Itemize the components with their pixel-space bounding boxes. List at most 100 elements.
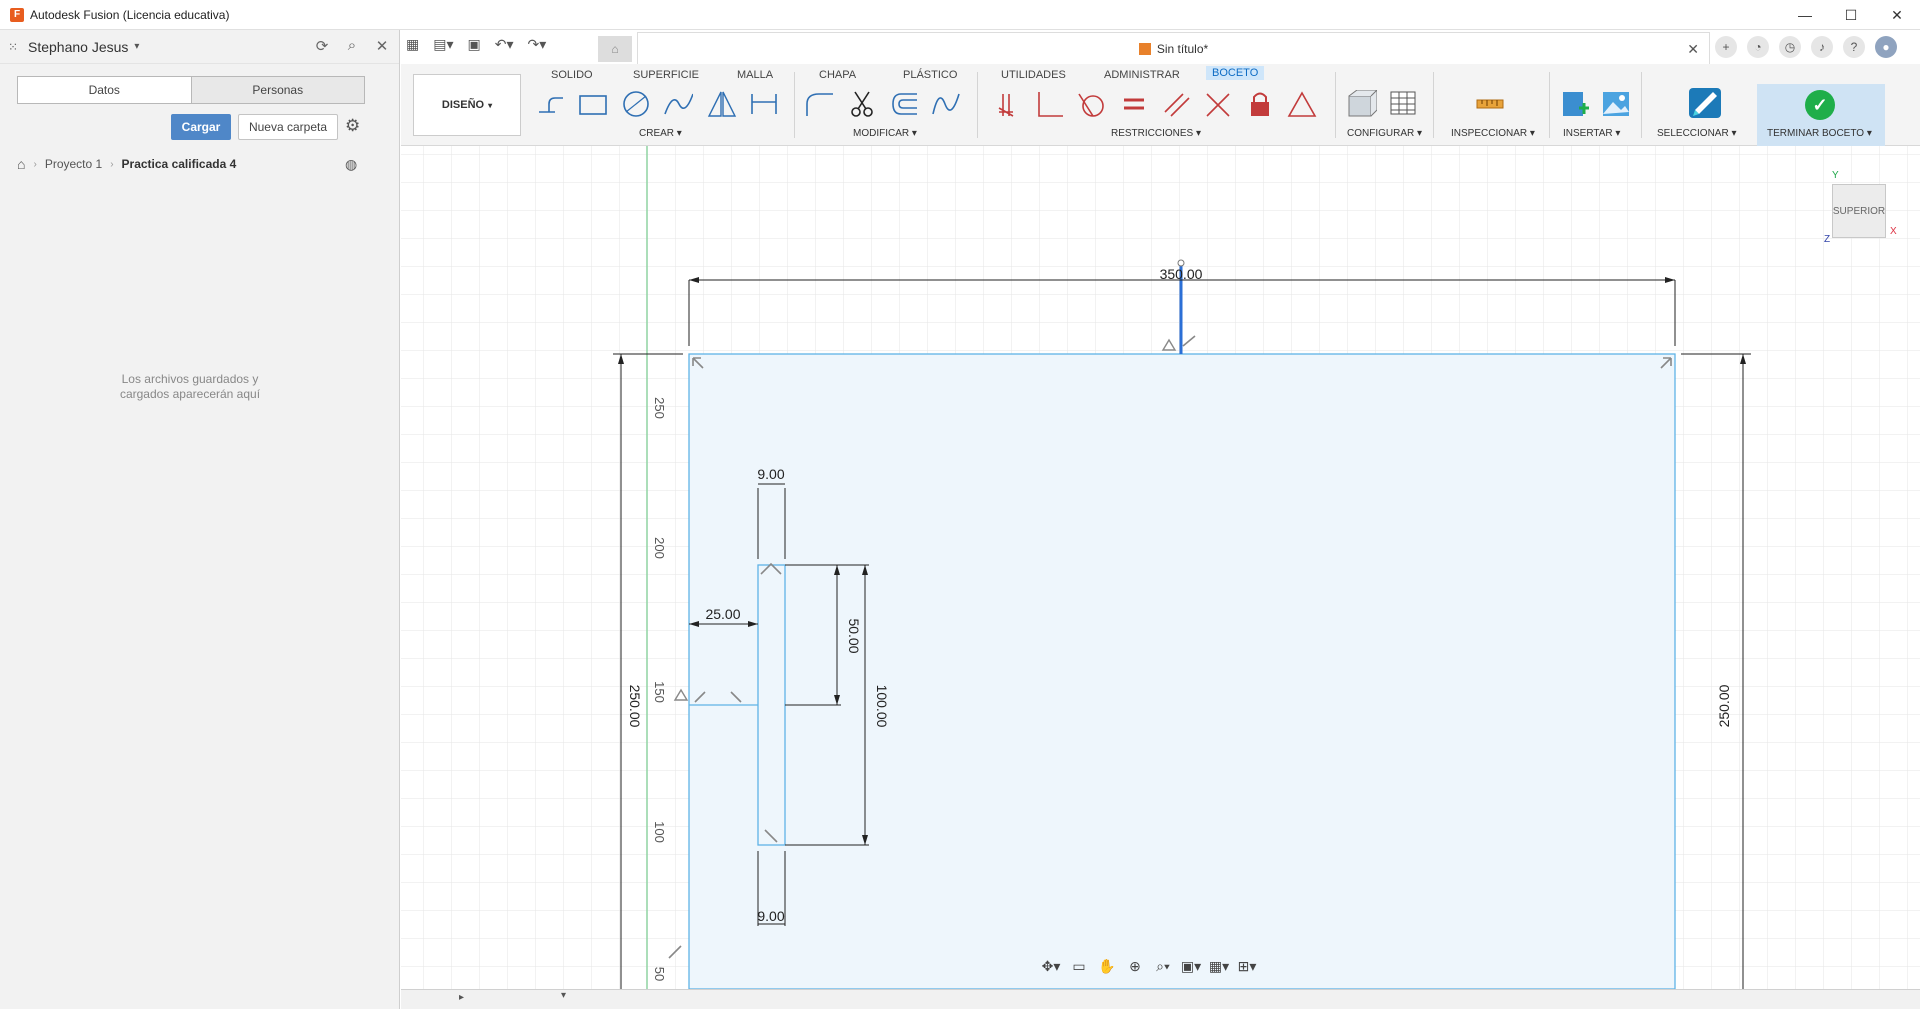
group-seleccionar[interactable]: SELECCIONAR ▾ (1657, 128, 1737, 139)
symmetry-constraint-icon[interactable] (1287, 90, 1317, 118)
divider (1641, 72, 1642, 138)
search-icon[interactable]: ⌕ (343, 37, 361, 55)
dim-slot-bottom-label[interactable]: 9.00 (757, 908, 784, 924)
dim-height-left-label[interactable]: 250.00 (627, 685, 643, 728)
select-icon[interactable] (1687, 86, 1723, 120)
gear-icon[interactable]: ⚙ (345, 116, 360, 136)
group-inspeccionar[interactable]: INSPECCIONAR ▾ (1451, 128, 1535, 139)
look-at-icon[interactable]: ▭ (1068, 958, 1090, 975)
bell-icon[interactable]: ♪ (1811, 36, 1833, 58)
tab-superficie[interactable]: SUPERFICIE (633, 69, 699, 81)
offset-tool-icon[interactable] (889, 90, 919, 118)
group-configurar[interactable]: CONFIGURAR ▾ (1347, 128, 1422, 139)
home-icon[interactable]: ⌂ (17, 156, 25, 172)
close-icon[interactable]: ✕ (1687, 41, 1699, 58)
slot-rectangle[interactable] (757, 564, 786, 846)
save-icon[interactable]: ▣ (468, 36, 481, 53)
minimize-button[interactable]: — (1782, 0, 1828, 30)
rectangle-tool-icon[interactable] (577, 90, 607, 118)
parallel-constraint-icon[interactable] (1161, 90, 1191, 118)
group-modificar[interactable]: MODIFICAR ▾ (853, 128, 917, 139)
new-tab-icon[interactable]: + (1715, 36, 1737, 58)
dim-slot-top-label[interactable]: 9.00 (757, 466, 784, 482)
ruler-label: 200 (652, 537, 667, 559)
pan-hand-icon[interactable]: ✋ (1096, 958, 1118, 975)
redo-icon[interactable]: ↷▾ (528, 36, 547, 53)
fillet-tool-icon[interactable] (805, 90, 835, 118)
sketch-settings-icon[interactable] (1347, 90, 1377, 118)
dimension-tool-icon[interactable] (749, 90, 779, 118)
clock-icon[interactable]: ◷ (1779, 36, 1801, 58)
finish-sketch-button[interactable]: ✓ TERMINAR BOCETO ▾ (1757, 84, 1885, 146)
zoom-icon[interactable]: ⊕ (1124, 958, 1146, 975)
tangent-constraint-icon[interactable] (1077, 90, 1107, 118)
globe-icon[interactable]: ◍ (345, 156, 357, 173)
fix-lock-icon[interactable] (1245, 90, 1275, 118)
spline-tool-icon[interactable] (663, 90, 693, 118)
curve-tool-icon[interactable] (931, 90, 961, 118)
file-icon[interactable]: ▤▾ (433, 36, 453, 53)
maximize-button[interactable]: ☐ (1828, 0, 1874, 30)
refresh-icon[interactable]: ⟳ (313, 37, 331, 55)
tab-utilidades[interactable]: UTILIDADES (1001, 69, 1066, 81)
document-tab[interactable]: Sin título* ✕ (637, 32, 1710, 64)
sketch-svg[interactable]: 350.00 250.00 250.00 250 200 150 100 50 … (401, 146, 1920, 989)
close-button[interactable]: ✕ (1874, 0, 1920, 30)
mirror-tool-icon[interactable] (707, 90, 737, 118)
display-settings-icon[interactable]: ▣▾ (1180, 958, 1202, 975)
tab-personas[interactable]: Personas (190, 77, 364, 103)
axis-z-label: Z (1824, 234, 1831, 245)
tab-plastico[interactable]: PLÁSTICO (903, 69, 957, 81)
view-cube[interactable]: SUPERIOR (1832, 184, 1886, 238)
insert-component-icon[interactable] (1561, 90, 1591, 118)
avatar[interactable]: ● (1875, 36, 1897, 58)
workspace-dropdown[interactable]: DISEÑO ▾ (413, 74, 521, 136)
divider (794, 72, 795, 138)
insert-image-icon[interactable] (1601, 90, 1631, 118)
play-icon[interactable]: ▸ (459, 992, 464, 1003)
dim-slot-full-label[interactable]: 100.00 (874, 685, 890, 728)
dim-slot-half-label[interactable]: 50.00 (846, 618, 862, 653)
zoom-window-icon[interactable]: ⌕▾ (1152, 958, 1174, 975)
tab-malla[interactable]: MALLA (737, 69, 773, 81)
breadcrumb-current[interactable]: Practica calificada 4 (122, 157, 237, 171)
tab-administrar[interactable]: ADMINISTRAR (1104, 69, 1180, 81)
grid-icon[interactable]: ▦ (406, 36, 419, 53)
tab-solido[interactable]: SOLIDO (551, 69, 593, 81)
help-icon[interactable]: ? (1843, 36, 1865, 58)
tab-chapa[interactable]: CHAPA (819, 69, 856, 81)
tab-datos[interactable]: Datos (18, 77, 191, 103)
dim-width-label[interactable]: 350.00 (1160, 266, 1203, 282)
sketch-canvas[interactable]: 350.00 250.00 250.00 250 200 150 100 50 … (401, 146, 1920, 989)
circle-tool-icon[interactable] (621, 90, 651, 118)
home-tab[interactable]: ⌂ (598, 36, 632, 62)
tab-boceto[interactable]: BOCETO (1206, 66, 1265, 80)
group-restricciones[interactable]: RESTRICCIONES ▾ (1111, 128, 1201, 139)
upload-button[interactable]: Cargar (171, 114, 231, 140)
job-status-icon[interactable]: ◔ (1747, 36, 1769, 58)
orbit-icon[interactable]: ✥▾ (1040, 958, 1062, 975)
trim-scissors-icon[interactable] (847, 90, 877, 118)
perpendicular-constraint-icon[interactable] (1035, 90, 1065, 118)
new-folder-button[interactable]: Nueva carpeta (238, 114, 338, 140)
equal-constraint-icon[interactable] (1119, 90, 1149, 118)
timeline-marker-icon[interactable]: ▾ (561, 990, 566, 1001)
view-cube-face[interactable]: SUPERIOR (1833, 206, 1885, 217)
midpoint-constraint-icon[interactable] (1203, 90, 1233, 118)
user-name[interactable]: Stephano Jesus (28, 39, 128, 55)
group-crear[interactable]: CREAR ▾ (639, 128, 682, 139)
breadcrumb-project[interactable]: Proyecto 1 (45, 157, 102, 171)
group-insertar[interactable]: INSERTAR ▾ (1563, 128, 1620, 139)
dim-offset-label[interactable]: 25.00 (705, 606, 740, 622)
dim-height-right-label[interactable]: 250.00 (1716, 684, 1732, 727)
line-tool-icon[interactable] (535, 90, 565, 118)
chevron-down-icon[interactable]: ▾ (134, 41, 139, 52)
close-panel-icon[interactable]: ✕ (373, 37, 391, 55)
apps-grid-icon[interactable]: ⁙ (8, 40, 22, 54)
viewports-icon[interactable]: ⊞▾ (1236, 958, 1258, 975)
table-settings-icon[interactable] (1389, 90, 1419, 118)
undo-icon[interactable]: ↶▾ (495, 36, 514, 53)
coincident-constraint-icon[interactable] (993, 90, 1023, 118)
measure-ruler-icon[interactable] (1475, 90, 1505, 118)
grid-settings-icon[interactable]: ▦▾ (1208, 958, 1230, 975)
